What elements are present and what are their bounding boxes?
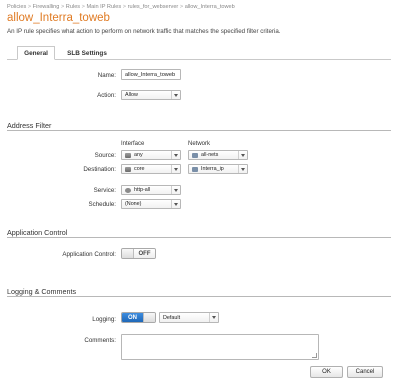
- cancel-button[interactable]: Cancel: [347, 366, 383, 378]
- network-icon: [192, 166, 198, 172]
- tab-general[interactable]: General: [17, 46, 55, 60]
- breadcrumb-item-policies[interactable]: Policies: [7, 4, 26, 10]
- chevron-down-icon: [171, 200, 180, 208]
- section-address-filter: Address Filter: [7, 121, 52, 130]
- section-logging-comments: Logging & Comments: [7, 287, 77, 296]
- chevron-down-icon: [171, 91, 180, 99]
- application-control-toggle[interactable]: OFF: [121, 248, 156, 259]
- comments-textarea[interactable]: [121, 334, 319, 360]
- source-label: Source:: [94, 152, 116, 159]
- breadcrumb-item-firewalling[interactable]: Firewalling: [33, 4, 60, 10]
- section-application-control: Application Control: [7, 228, 68, 237]
- service-select[interactable]: http-all: [121, 185, 181, 195]
- source-network-value: all-nets: [201, 152, 219, 158]
- logging-profile-value: Default: [163, 314, 181, 321]
- application-control-label: Application Control:: [62, 251, 116, 258]
- breadcrumb-item-rules[interactable]: Rules: [66, 4, 80, 10]
- toggle-knob: [122, 249, 134, 258]
- service-value: http-all: [134, 187, 151, 193]
- toggle-state-label: ON: [122, 313, 143, 322]
- resize-grip-icon[interactable]: [312, 353, 317, 358]
- tab-slb-settings[interactable]: SLB Settings: [60, 46, 114, 60]
- breadcrumb-item-main-ip-rules[interactable]: Main IP Rules: [87, 4, 122, 10]
- schedule-label: Schedule:: [88, 201, 116, 208]
- schedule-value: (None): [125, 201, 142, 207]
- service-icon: [125, 187, 131, 193]
- chevron-down-icon: [209, 313, 218, 322]
- destination-network-select[interactable]: Interra_ip: [188, 164, 248, 174]
- breadcrumb-item-current: allow_Interra_toweb: [184, 4, 235, 10]
- source-interface-select[interactable]: any: [121, 150, 181, 160]
- service-label: Service:: [93, 187, 116, 194]
- logging-profile-select[interactable]: Default: [159, 312, 219, 323]
- source-interface-value: any: [134, 152, 143, 158]
- source-network-select[interactable]: all-nets: [188, 150, 248, 160]
- action-select[interactable]: Allow: [121, 90, 181, 100]
- logging-label: Logging:: [92, 316, 116, 323]
- column-header-network: Network: [188, 141, 211, 147]
- action-label: Action:: [97, 92, 116, 99]
- name-label: Name:: [97, 72, 116, 79]
- name-input[interactable]: allow_Interra_toweb: [121, 69, 181, 80]
- destination-label: Destination:: [83, 166, 116, 173]
- destination-interface-select[interactable]: core: [121, 164, 181, 174]
- chevron-down-icon: [238, 151, 247, 159]
- breadcrumb-item-rules-for-webserver[interactable]: rules_for_webserver: [128, 4, 179, 10]
- chevron-down-icon: [171, 186, 180, 194]
- network-icon: [192, 152, 198, 158]
- column-header-interface: Interface: [121, 141, 145, 147]
- section-divider: [7, 296, 391, 297]
- chevron-down-icon: [171, 151, 180, 159]
- toggle-state-label: OFF: [134, 249, 155, 258]
- chevron-down-icon: [171, 165, 180, 173]
- section-divider: [7, 237, 391, 238]
- ok-button[interactable]: OK: [310, 366, 343, 378]
- interface-icon: [125, 166, 131, 172]
- toggle-knob: [143, 313, 155, 322]
- section-divider: [7, 130, 391, 131]
- interface-icon: [125, 152, 131, 158]
- breadcrumb: Policies > Firewalling > Rules > Main IP…: [7, 4, 235, 10]
- destination-interface-value: core: [134, 166, 145, 172]
- page-description: An IP rule specifies what action to perf…: [7, 28, 281, 35]
- destination-network-value: Interra_ip: [201, 166, 224, 172]
- action-select-value: Allow: [125, 92, 138, 98]
- chevron-down-icon: [238, 165, 247, 173]
- schedule-select[interactable]: (None): [121, 199, 181, 209]
- comments-label: Comments:: [84, 337, 116, 344]
- logging-toggle[interactable]: ON: [121, 312, 156, 323]
- page-title: allow_Interra_toweb: [7, 12, 110, 24]
